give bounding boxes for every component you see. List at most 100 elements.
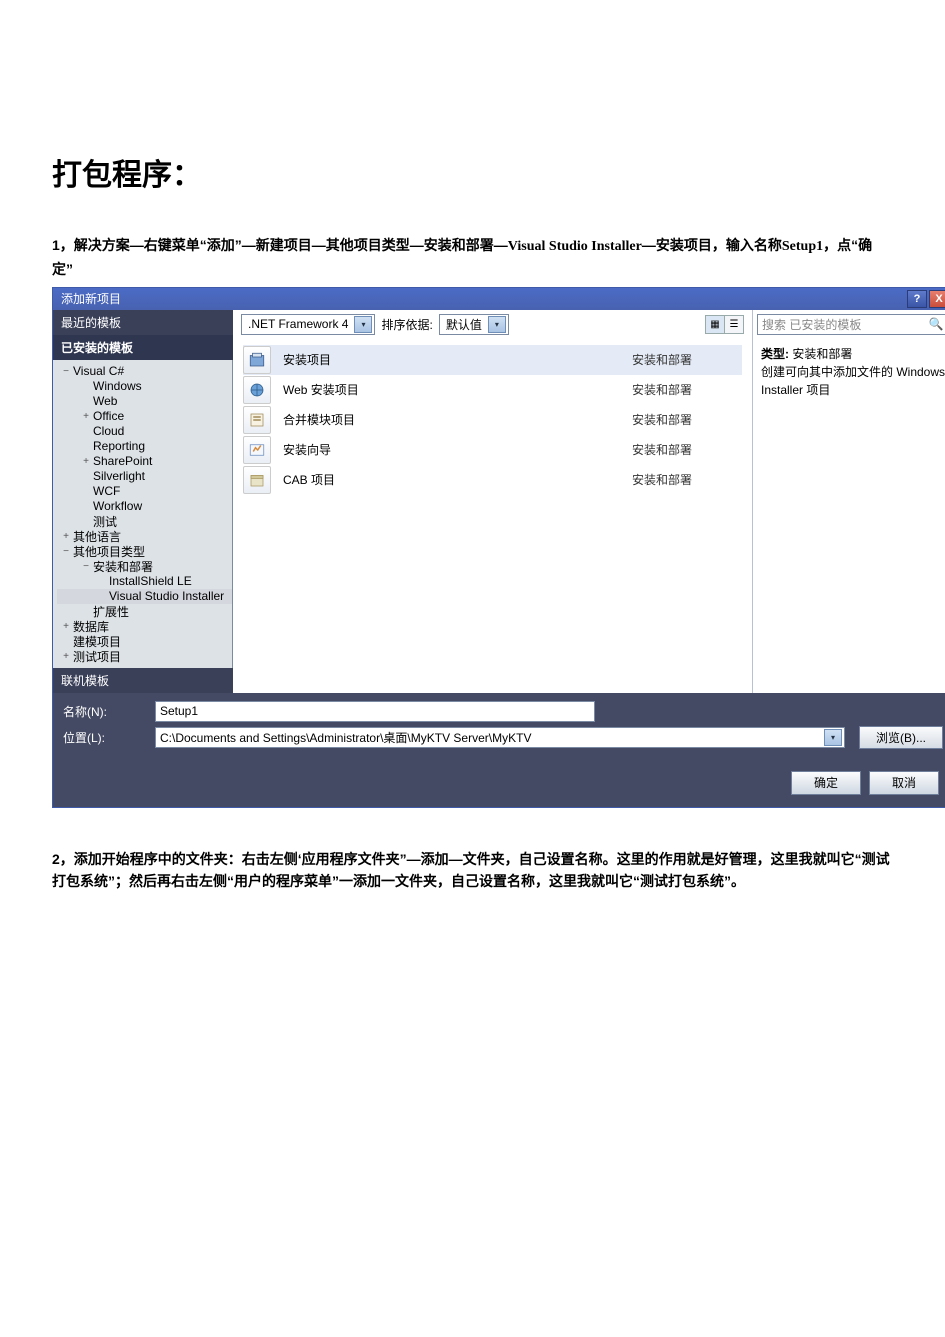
tree-item[interactable]: Web bbox=[57, 394, 232, 409]
online-templates-header[interactable]: 联机模板 bbox=[53, 668, 233, 693]
tree-item[interactable]: 扩展性 bbox=[57, 604, 232, 619]
minus-icon[interactable]: − bbox=[61, 366, 71, 377]
list-view-button[interactable]: ☰ bbox=[725, 316, 743, 333]
template-row[interactable]: 合并模块项目 安装和部署 bbox=[243, 405, 742, 435]
plus-icon[interactable]: + bbox=[61, 621, 71, 632]
chevron-down-icon[interactable]: ▾ bbox=[824, 729, 842, 746]
template-category-tree[interactable]: −Visual C# Windows Web +Office Cloud Rep… bbox=[53, 360, 233, 668]
step2-line2b: “测试打包系统”。 bbox=[633, 873, 745, 889]
template-list[interactable]: 安装项目 安装和部署 Web 安装项目 安装和部署 合并模块项目 安装和部署 bbox=[233, 339, 752, 693]
add-new-project-dialog: 添加新项目 ? X 最近的模板 已安装的模板 −Visual C# Window… bbox=[52, 287, 945, 808]
search-icon[interactable]: 🔍 bbox=[928, 317, 944, 331]
tree-item-selected[interactable]: Visual Studio Installer bbox=[57, 589, 232, 604]
chevron-down-icon[interactable]: ▾ bbox=[488, 316, 506, 333]
tree-item[interactable]: +数据库 bbox=[57, 619, 232, 634]
chevron-down-icon[interactable]: ▾ bbox=[354, 316, 372, 333]
view-mode-buttons: ▦ ☰ bbox=[705, 315, 744, 334]
plus-icon[interactable]: + bbox=[61, 531, 71, 542]
sort-value: 默认值 bbox=[446, 316, 482, 333]
step1-installer: Visual Studio Installer bbox=[508, 239, 642, 254]
step1-prefix: 1，解决方案—右键菜单“添加”—新建项目—其他项目类型—安装和部署— bbox=[52, 237, 508, 253]
help-button[interactable]: ? bbox=[907, 290, 927, 308]
description-box: 类型: 安装和部署 创建可向其中添加文件的 Windows Installer … bbox=[753, 339, 945, 405]
search-input[interactable]: 搜索 已安装的模板 🔍 bbox=[757, 314, 945, 335]
tree-item[interactable]: −Visual C# bbox=[57, 364, 232, 379]
name-input[interactable]: Setup1 bbox=[155, 701, 595, 722]
tree-label: Cloud bbox=[93, 424, 124, 438]
sort-by-label: 排序依据: bbox=[381, 316, 432, 333]
tree-label: Visual C# bbox=[73, 364, 124, 378]
minus-icon[interactable]: − bbox=[61, 546, 71, 557]
tree-label: Visual Studio Installer bbox=[109, 589, 224, 603]
small-icons-view-button[interactable]: ▦ bbox=[706, 316, 725, 333]
tree-label: Silverlight bbox=[93, 469, 145, 483]
step2-line2a: 然后再右击左侧“用户的程序菜单”一添加一文件夹，自己设置名称，这里我就叫它 bbox=[129, 873, 633, 889]
template-category: 安装和部署 bbox=[632, 351, 742, 368]
close-button[interactable]: X bbox=[929, 290, 945, 308]
tree-label: InstallShield LE bbox=[109, 574, 192, 588]
tree-item[interactable]: 建模项目 bbox=[57, 634, 232, 649]
tree-label: WCF bbox=[93, 484, 120, 498]
sort-dropdown[interactable]: 默认值 ▾ bbox=[439, 314, 509, 335]
tree-item[interactable]: 测试 bbox=[57, 514, 232, 529]
tree-item[interactable]: −其他项目类型 bbox=[57, 544, 232, 559]
tree-item[interactable]: +Office bbox=[57, 409, 232, 424]
merge-module-icon bbox=[243, 406, 271, 434]
tree-label: Office bbox=[93, 409, 124, 423]
template-name: 安装项目 bbox=[283, 351, 632, 368]
template-row[interactable]: 安装向导 安装和部署 bbox=[243, 435, 742, 465]
location-input[interactable]: C:\Documents and Settings\Administrator\… bbox=[155, 727, 845, 748]
template-row[interactable]: 安装项目 安装和部署 bbox=[243, 345, 742, 375]
template-category: 安装和部署 bbox=[632, 471, 742, 488]
template-name: Web 安装项目 bbox=[283, 381, 632, 398]
tree-item[interactable]: Silverlight bbox=[57, 469, 232, 484]
template-row[interactable]: Web 安装项目 安装和部署 bbox=[243, 375, 742, 405]
tree-label: Workflow bbox=[93, 499, 142, 513]
name-label: 名称(N): bbox=[63, 703, 155, 720]
tree-item[interactable]: WCF bbox=[57, 484, 232, 499]
tree-label: SharePoint bbox=[93, 454, 152, 468]
tree-item[interactable]: Windows bbox=[57, 379, 232, 394]
tree-label: 安装和部署 bbox=[93, 558, 153, 575]
dialog-titlebar[interactable]: 添加新项目 ? X bbox=[53, 288, 945, 310]
page-heading: 打包程序： bbox=[52, 150, 893, 194]
recent-templates-header[interactable]: 最近的模板 bbox=[53, 310, 233, 335]
desc-type-value: 安装和部署 bbox=[792, 347, 852, 361]
tree-item[interactable]: −安装和部署 bbox=[57, 559, 232, 574]
ok-button[interactable]: 确定 bbox=[791, 771, 861, 795]
template-description-pane: 搜索 已安装的模板 🔍 类型: 安装和部署 创建可向其中添加文件的 Window… bbox=[752, 310, 945, 693]
tree-item[interactable]: Cloud bbox=[57, 424, 232, 439]
template-toolbar: .NET Framework 4 ▾ 排序依据: 默认值 ▾ ▦ ☰ bbox=[233, 310, 752, 339]
plus-icon[interactable]: + bbox=[81, 456, 91, 467]
tree-item[interactable]: Reporting bbox=[57, 439, 232, 454]
minus-icon[interactable]: − bbox=[81, 561, 91, 572]
installed-templates-header[interactable]: 已安装的模板 bbox=[53, 335, 233, 360]
plus-icon[interactable]: + bbox=[61, 651, 71, 662]
desc-text: 创建可向其中添加文件的 Windows Installer 项目 bbox=[761, 363, 945, 399]
setup-wizard-icon bbox=[243, 436, 271, 464]
bottom-form: 名称(N): Setup1 位置(L): C:\Documents and Se… bbox=[53, 693, 945, 761]
left-category-pane: 最近的模板 已安装的模板 −Visual C# Windows Web +Off… bbox=[53, 310, 233, 693]
template-list-pane: .NET Framework 4 ▾ 排序依据: 默认值 ▾ ▦ ☰ bbox=[233, 310, 752, 693]
dialog-button-bar: 确定 取消 bbox=[53, 761, 945, 807]
step1-mid: —安装项目，输入名称 bbox=[642, 237, 782, 253]
plus-icon[interactable]: + bbox=[81, 411, 91, 422]
tree-item[interactable]: +其他语言 bbox=[57, 529, 232, 544]
step2-text: 2，添加开始程序中的文件夹：右击左侧‘应用程序文件夹”—添加—文件夹，自己设置名… bbox=[52, 848, 893, 893]
browse-button[interactable]: 浏览(B)... bbox=[859, 726, 943, 749]
tree-item[interactable]: Workflow bbox=[57, 499, 232, 514]
tree-item[interactable]: InstallShield LE bbox=[57, 574, 232, 589]
template-name: 合并模块项目 bbox=[283, 411, 632, 428]
dialog-title: 添加新项目 bbox=[61, 290, 121, 307]
cab-project-icon bbox=[243, 466, 271, 494]
framework-dropdown[interactable]: .NET Framework 4 ▾ bbox=[241, 314, 375, 335]
tree-label: Reporting bbox=[93, 439, 145, 453]
tree-item[interactable]: +SharePoint bbox=[57, 454, 232, 469]
template-row[interactable]: CAB 项目 安装和部署 bbox=[243, 465, 742, 495]
tree-label: Web bbox=[93, 394, 117, 408]
tree-item[interactable]: +测试项目 bbox=[57, 649, 232, 664]
step1-setup: Setup1 bbox=[782, 239, 823, 254]
setup-project-icon bbox=[243, 346, 271, 374]
web-setup-icon bbox=[243, 376, 271, 404]
cancel-button[interactable]: 取消 bbox=[869, 771, 939, 795]
